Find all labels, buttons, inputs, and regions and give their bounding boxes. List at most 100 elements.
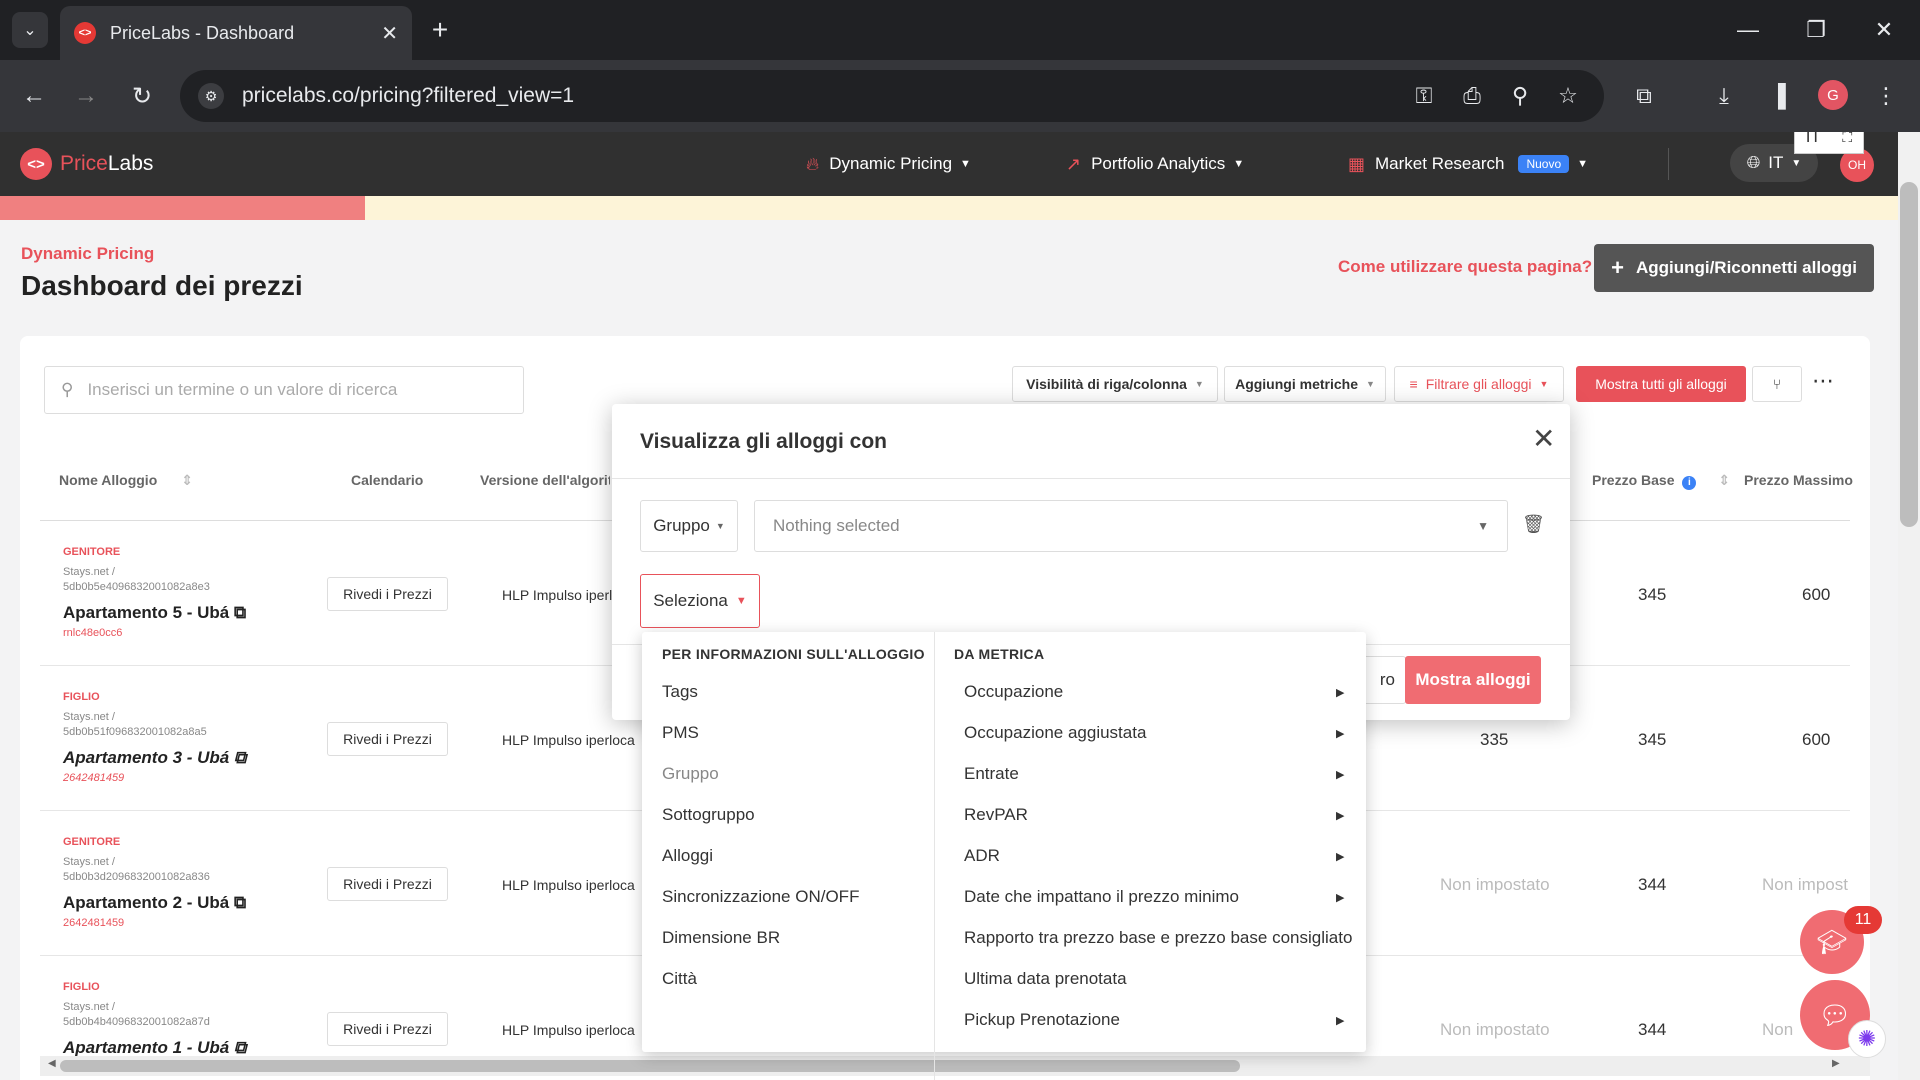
row-listing-name[interactable]: Apartamento 1 - Ubá ⧉ (63, 1038, 246, 1058)
menu-item-revenue[interactable]: Entrate (964, 764, 1019, 784)
menu-item-tags[interactable]: Tags (662, 682, 698, 702)
row-source: Stays.net / 5db0b4b4096832001082a87d (63, 1000, 263, 1030)
row-min-price[interactable]: Non impostato (1440, 875, 1550, 895)
more-horizontal-icon[interactable]: ⋯ (1812, 368, 1834, 394)
horizontal-scroll-thumb[interactable] (60, 1060, 1240, 1072)
row-type-tag: FIGLIO (63, 981, 100, 993)
key-icon[interactable]: ⚿ (1408, 80, 1440, 112)
row-listing-name[interactable]: Apartamento 5 - Ubá ⧉ (63, 603, 246, 623)
caret-down-icon: ▼ (1539, 379, 1549, 389)
row-base-price[interactable]: 344 (1638, 1020, 1666, 1040)
external-link-icon[interactable]: ⧉ (234, 603, 246, 622)
row-max-price[interactable]: 600 (1802, 730, 1830, 750)
group-select[interactable]: Gruppo ▼ (640, 500, 738, 552)
progress-banner-fill (0, 196, 365, 220)
external-link-icon[interactable]: ⧉ (234, 1038, 246, 1057)
add-metrics-button[interactable]: Aggiungi metriche ▼ (1224, 366, 1386, 402)
minimize-icon[interactable]: — (1728, 14, 1768, 46)
tab-search-chevron-icon[interactable]: ⌄ (12, 12, 48, 48)
menu-item-revpar[interactable]: RevPAR (964, 805, 1028, 825)
menu-item-pickup[interactable]: Pickup Prenotazione (964, 1010, 1120, 1030)
submenu-arrow-icon: ▶ (1336, 728, 1345, 740)
review-prices-button[interactable]: Rivedi i Prezzi (327, 722, 448, 756)
menu-item-occupancy[interactable]: Occupazione (964, 682, 1063, 702)
add-listings-button[interactable]: + Aggiungi/Riconnetti alloggi (1594, 244, 1874, 292)
zoom-icon[interactable]: ⚲ (1504, 80, 1536, 112)
row-listing-name[interactable]: Apartamento 3 - Ubá ⧉ (63, 748, 246, 768)
review-prices-button[interactable]: Rivedi i Prezzi (327, 867, 448, 901)
install-app-icon[interactable]: ⎙ (1456, 80, 1488, 112)
back-arrow-icon[interactable]: ← (16, 78, 52, 114)
nav-portfolio-analytics[interactable]: ↗ Portfolio Analytics ▼ (1066, 132, 1244, 196)
col-header-max-price: Prezzo Massimo (1744, 472, 1853, 488)
caret-down-icon: ▼ (1194, 379, 1204, 389)
side-panel-icon[interactable]: ▐ (1762, 80, 1794, 112)
row-base-price[interactable]: 345 (1638, 730, 1666, 750)
row-base-price[interactable]: 344 (1638, 875, 1666, 895)
pricelabs-logo[interactable]: <> Price Labs (20, 148, 153, 180)
row-max-price[interactable]: Non impost (1762, 875, 1892, 895)
scroll-right-icon[interactable]: ▶ (1832, 1058, 1840, 1069)
more-vertical-icon[interactable]: ⋮ (1870, 80, 1902, 112)
vertical-scroll-thumb[interactable] (1900, 182, 1918, 527)
review-prices-button[interactable]: Rivedi i Prezzi (327, 1012, 448, 1046)
row-min-price[interactable]: Non impostato (1440, 1020, 1550, 1040)
how-to-link[interactable]: Come utilizzare questa pagina? (1338, 257, 1592, 277)
new-tab-plus-icon[interactable]: + (424, 14, 456, 46)
menu-item-base-ratio[interactable]: Rapporto tra prezzo base e prezzo base c… (964, 928, 1352, 948)
menu-item-last-booked[interactable]: Ultima data prenotata (964, 969, 1127, 989)
menu-item-adr[interactable]: ADR (964, 846, 1000, 866)
search-input[interactable]: ⚲ Inserisci un termine o un valore di ri… (44, 366, 524, 414)
value-multiselect[interactable]: Nothing selected ▼ (754, 500, 1508, 552)
filter-listings-button[interactable]: ≡ Filtrare gli alloggi ▼ (1394, 366, 1564, 402)
menu-item-br-size[interactable]: Dimensione BR (662, 928, 780, 948)
share-tree-icon[interactable]: ⑂ (1752, 366, 1802, 402)
browser-tab[interactable]: <> PriceLabs - Dashboard ✕ (60, 6, 412, 60)
row-listing-name[interactable]: Apartamento 2 - Ubá ⧉ (63, 893, 246, 913)
sort-icon[interactable]: ⇕ (181, 472, 193, 488)
breadcrumb[interactable]: Dynamic Pricing (21, 244, 154, 264)
profile-avatar[interactable]: G (1818, 80, 1848, 110)
bookmark-star-icon[interactable]: ☆ (1552, 80, 1584, 112)
reload-icon[interactable]: ↻ (124, 78, 160, 114)
tab-close-icon[interactable]: ✕ (381, 21, 398, 46)
menu-item-group[interactable]: Gruppo (662, 764, 719, 784)
address-bar[interactable]: ⚙ pricelabs.co/pricing?filtered_view=1 (180, 70, 1604, 122)
external-link-icon[interactable]: ⧉ (234, 748, 246, 767)
modal-close-icon[interactable]: ✕ (1532, 422, 1555, 455)
trash-icon[interactable]: 🗑︎ (1522, 514, 1545, 535)
download-icon[interactable]: ⤓ (1708, 80, 1740, 112)
row-base-price[interactable]: 345 (1638, 585, 1666, 605)
info-icon[interactable]: i (1682, 476, 1697, 490)
visibility-button[interactable]: Visibilità di riga/colonna ▼ (1012, 366, 1218, 402)
menu-item-subgroup[interactable]: Sottogruppo (662, 805, 755, 825)
show-listings-button[interactable]: Mostra alloggi (1405, 656, 1541, 704)
caret-down-icon: ▼ (1791, 157, 1802, 169)
brain-icon[interactable]: ✺ (1848, 1020, 1886, 1058)
menu-item-sync[interactable]: Sincronizzazione ON/OFF (662, 887, 859, 907)
sort-icon[interactable]: ⇕ (1718, 472, 1730, 488)
external-link-icon[interactable]: ⧉ (234, 893, 246, 912)
row-max-price[interactable]: 600 (1802, 585, 1830, 605)
row-min-price[interactable]: 335 (1480, 730, 1508, 750)
close-window-icon[interactable]: ✕ (1864, 14, 1904, 46)
menu-item-listings[interactable]: Alloggi (662, 846, 713, 866)
menu-item-adjusted-occupancy[interactable]: Occupazione aggiustata (964, 723, 1146, 743)
extensions-puzzle-icon[interactable]: ⧉ (1628, 80, 1660, 112)
nav-market-research[interactable]: ▦ Market Research Nuovo ▼ (1348, 132, 1588, 196)
nav-dynamic-pricing[interactable]: 🔥︎ Dynamic Pricing ▼ (806, 132, 971, 196)
language-popup[interactable]: IT ⛶ (1794, 132, 1864, 154)
row-max-price[interactable]: Non (1762, 1020, 1793, 1040)
col-header-name[interactable]: Nome Alloggio ⇕ (59, 472, 193, 489)
forward-arrow-icon[interactable]: → (68, 78, 104, 114)
site-info-icon[interactable]: ⚙ (198, 83, 224, 109)
restore-icon[interactable]: ❐ (1796, 14, 1836, 46)
menu-item-pms[interactable]: PMS (662, 723, 699, 743)
show-all-listings-button[interactable]: Mostra tutti gli alloggi (1576, 366, 1746, 402)
menu-item-min-price-dates[interactable]: Date che impattano il prezzo minimo (964, 887, 1239, 907)
review-prices-button[interactable]: Rivedi i Prezzi (327, 577, 448, 611)
select-criteria-button[interactable]: Seleziona ▼ (640, 574, 760, 628)
scroll-left-icon[interactable]: ◀ (48, 1058, 56, 1069)
grid-icon: ▦ (1348, 153, 1366, 174)
menu-item-city[interactable]: Città (662, 969, 697, 989)
